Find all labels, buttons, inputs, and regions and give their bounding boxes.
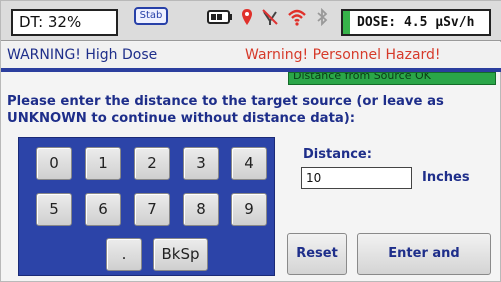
distance-input[interactable] <box>301 167 412 189</box>
key-9[interactable]: 9 <box>231 193 267 226</box>
status-bar: DT: 32% Stab DOSE: 4.5 µSv/h <box>1 1 501 41</box>
high-dose-warning: WARNING! High Dose <box>7 47 158 63</box>
distance-prompt: Please enter the distance to the target … <box>7 94 444 126</box>
key-1[interactable]: 1 <box>85 147 121 180</box>
key-6[interactable]: 6 <box>85 193 121 226</box>
key-decimal[interactable]: . <box>106 238 142 271</box>
gps-pin-icon <box>241 8 253 30</box>
backspace-button[interactable]: BkSp <box>153 238 208 271</box>
key-2[interactable]: 2 <box>134 147 170 180</box>
bluetooth-icon <box>315 7 329 30</box>
personnel-hazard-warning: Warning! Personnel Hazard! <box>245 47 441 63</box>
distance-unit: Inches <box>422 170 470 185</box>
dose-rate-readout: DOSE: 4.5 µSv/h <box>341 9 491 36</box>
battery-icon <box>207 9 233 29</box>
status-icons <box>207 7 329 30</box>
distance-status-text: Distance from Source OK <box>293 72 431 82</box>
distance-label: Distance: <box>303 147 372 162</box>
reset-button[interactable]: Reset <box>287 233 347 275</box>
key-5[interactable]: 5 <box>36 193 72 226</box>
warning-row: WARNING! High Dose Warning! Personnel Ha… <box>1 42 501 70</box>
dead-time-readout: DT: 32% <box>11 9 118 36</box>
key-4[interactable]: 4 <box>231 147 267 180</box>
muted-signal-icon <box>261 8 279 30</box>
wifi-icon <box>287 8 307 30</box>
enter-and-continue-button[interactable]: Enter and Continue <box>357 233 491 275</box>
key-3[interactable]: 3 <box>183 147 219 180</box>
key-0[interactable]: 0 <box>36 147 72 180</box>
stab-button[interactable]: Stab <box>134 7 168 25</box>
key-8[interactable]: 8 <box>183 193 219 226</box>
device-screen: DT: 32% Stab DOSE: 4.5 µSv/h WARNING! Hi… <box>0 0 501 282</box>
distance-status-banner: Distance from Source OK <box>288 72 496 85</box>
numeric-keypad: 0 1 2 3 4 5 6 7 8 9 . BkSp <box>18 137 275 276</box>
key-7[interactable]: 7 <box>134 193 170 226</box>
